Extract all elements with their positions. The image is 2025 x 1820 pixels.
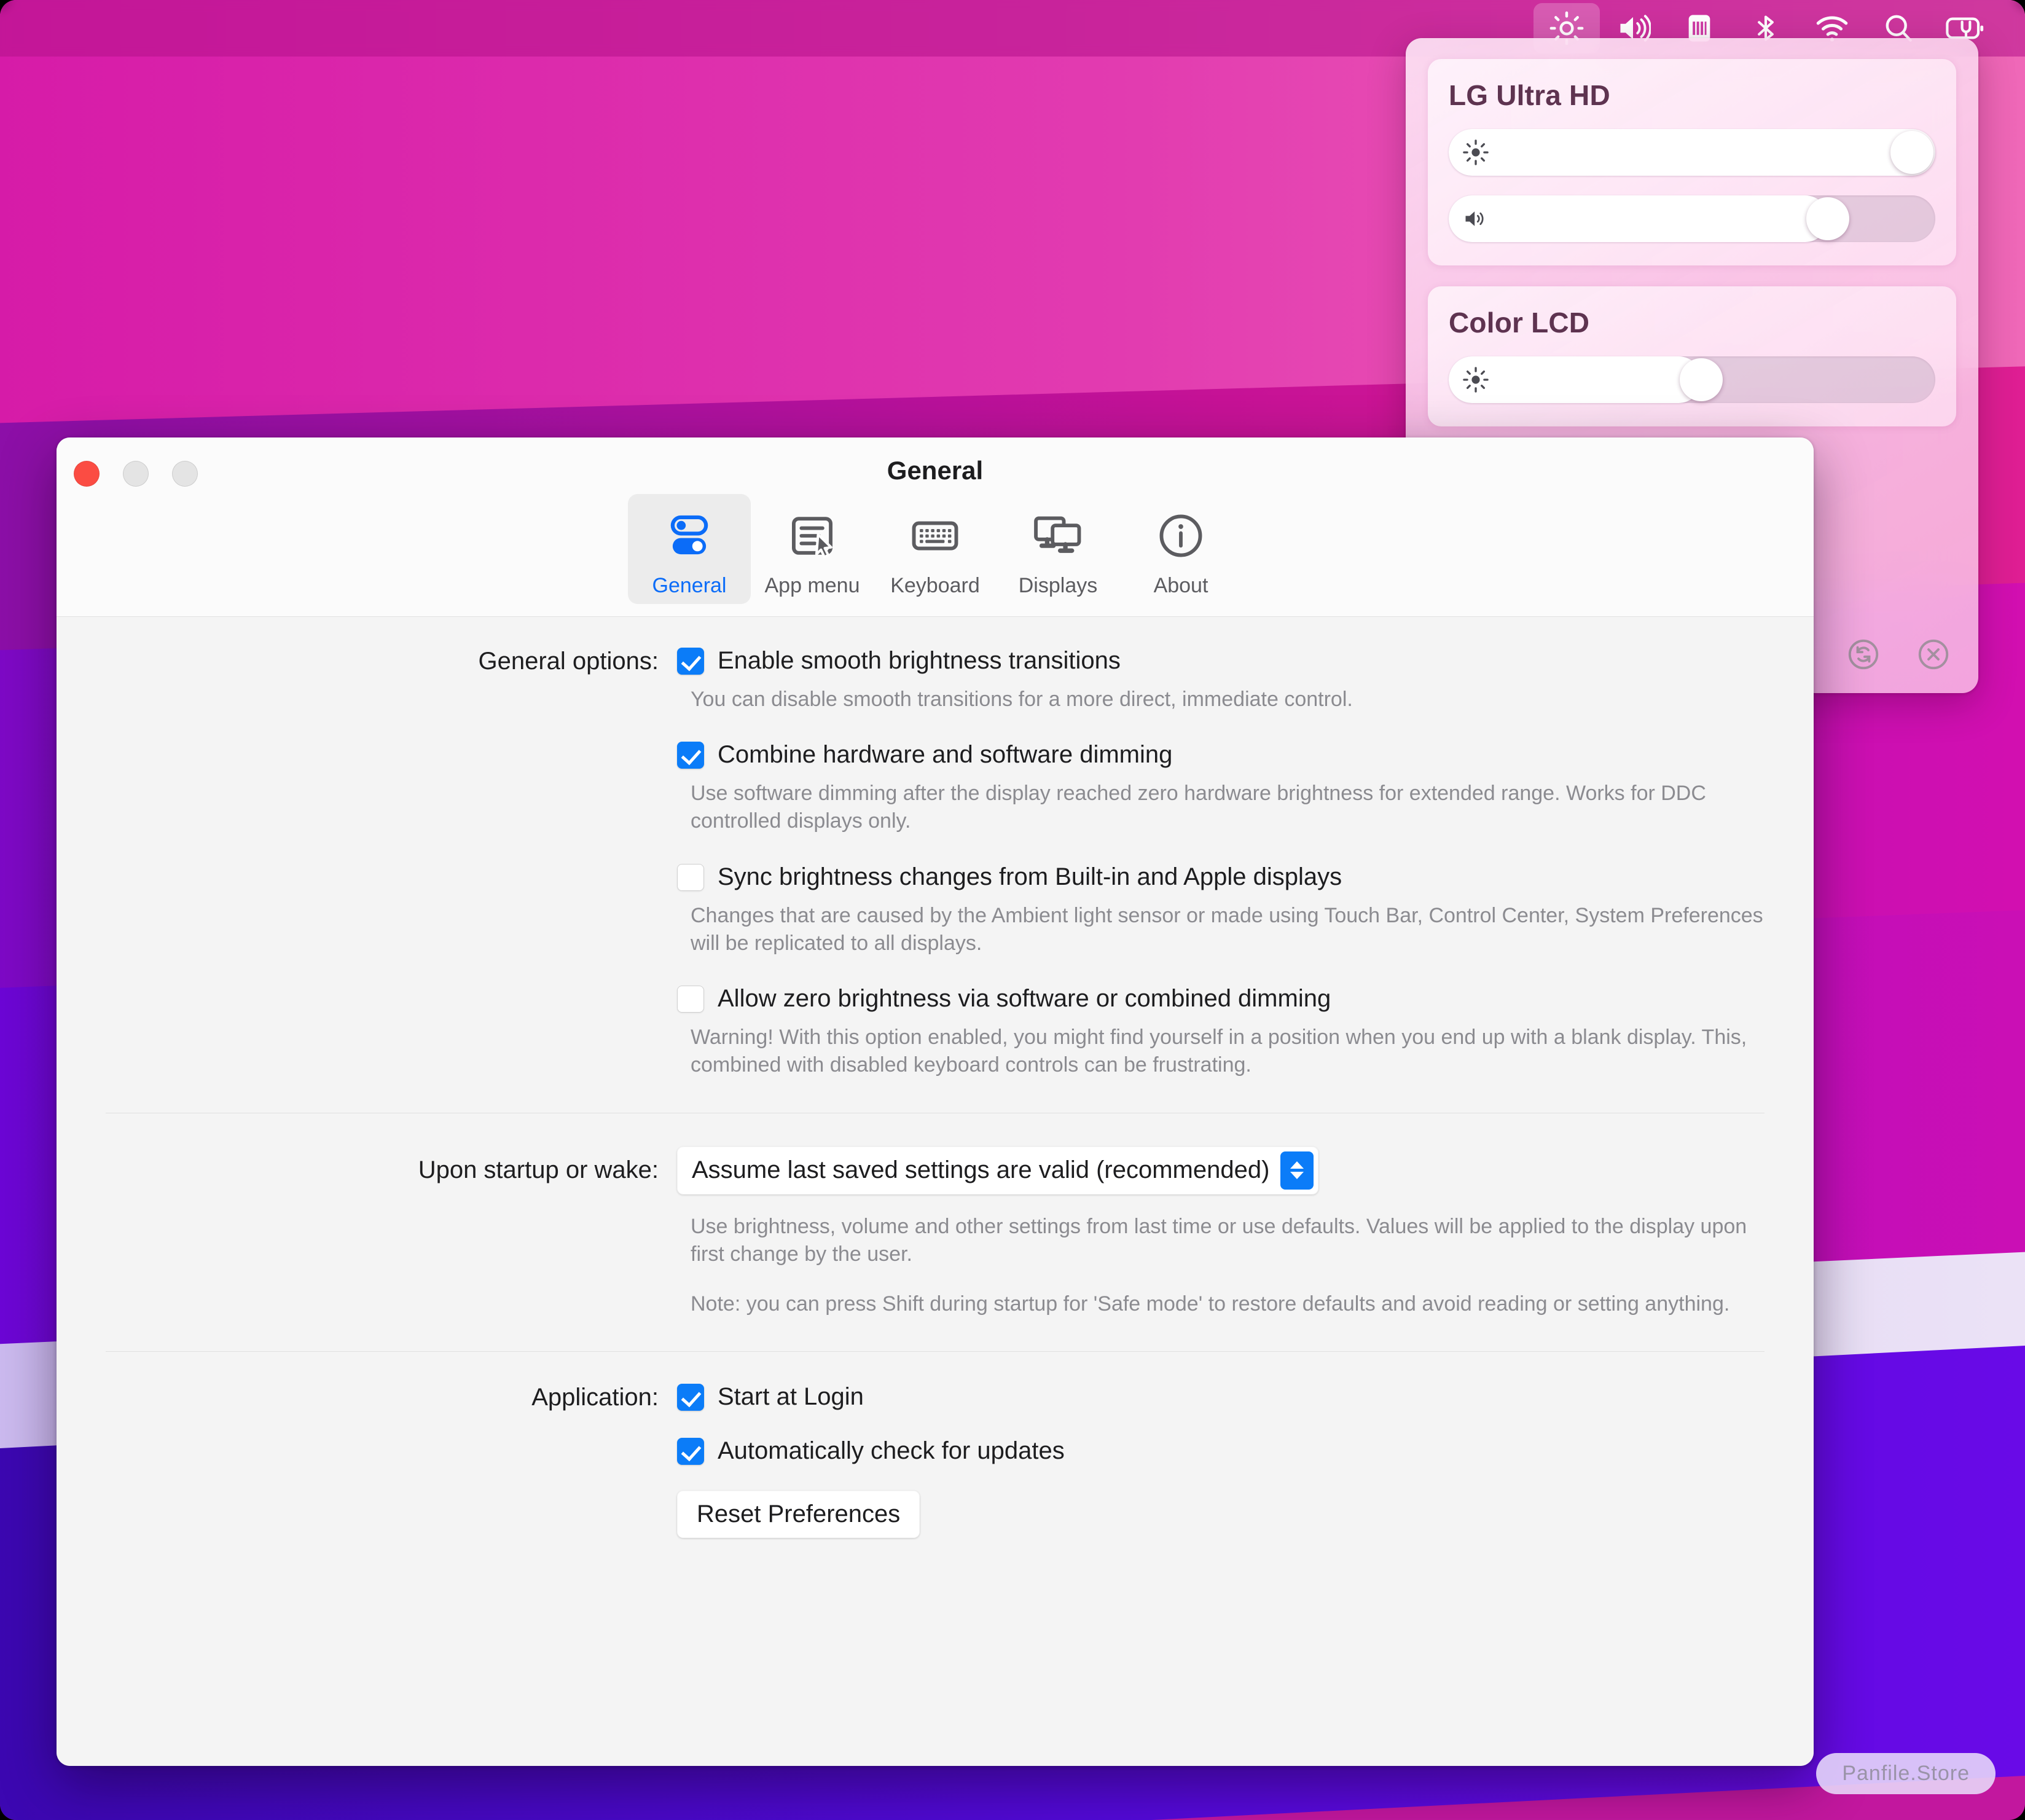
checkbox-auto-check-updates[interactable] xyxy=(677,1438,704,1465)
tab-label: Keyboard xyxy=(890,574,980,597)
option-label: Enable smooth brightness transitions xyxy=(718,647,1121,674)
brightness-slider-lg[interactable] xyxy=(1449,129,1935,176)
tab-general[interactable]: General xyxy=(628,494,751,604)
sun-icon xyxy=(1463,367,1489,393)
info-icon xyxy=(1154,504,1208,568)
general-options-label: General options: xyxy=(478,648,659,675)
checkbox-enable-smooth-transitions[interactable] xyxy=(677,648,704,675)
toggles-icon xyxy=(662,504,716,568)
tab-about[interactable]: About xyxy=(1119,494,1242,604)
checkbox-start-at-login[interactable] xyxy=(677,1384,704,1411)
page-title: General xyxy=(887,456,984,485)
option-row[interactable]: Allow zero brightness via software or co… xyxy=(677,984,1765,1013)
option-row[interactable]: Combine hardware and software dimming xyxy=(677,740,1765,769)
speaker-icon xyxy=(1465,211,1484,226)
window-content: General options: Enable smooth brightnes… xyxy=(57,617,1814,1766)
menu-cursor-icon xyxy=(785,504,839,568)
section-application: Application: Start at Login Automaticall… xyxy=(57,1352,1814,1539)
option-label: Sync brightness changes from Built-in an… xyxy=(718,863,1342,890)
tab-keyboard[interactable]: Keyboard xyxy=(874,494,997,604)
chevron-updown-icon xyxy=(1280,1151,1314,1190)
brightness-slider-color-lcd[interactable] xyxy=(1449,356,1935,403)
option-label: Allow zero brightness via software or co… xyxy=(718,985,1331,1013)
startup-description-2: Note: you can press Shift during startup… xyxy=(691,1292,1730,1316)
keyboard-icon xyxy=(908,504,962,568)
option-label: Start at Login xyxy=(718,1383,864,1411)
option-label: Automatically check for updates xyxy=(718,1437,1065,1465)
section-startup: Upon startup or wake: Assume last saved … xyxy=(57,1113,1814,1319)
desktop: LG Ultra HD Color LCD General General Ap… xyxy=(0,0,2025,1820)
window-titlebar: General General App menu Keyboard Displa… xyxy=(57,437,1814,617)
startup-description-1: Use brightness, volume and other setting… xyxy=(691,1214,1747,1266)
reset-preferences-button[interactable]: Reset Preferences xyxy=(677,1491,920,1539)
watermark: Panfile.Store xyxy=(1816,1753,1996,1794)
tab-label: Displays xyxy=(1018,574,1098,597)
restart-refresh-icon[interactable] xyxy=(1846,637,1881,672)
volume-slider-lg[interactable] xyxy=(1449,195,1935,242)
tab-app-menu[interactable]: App menu xyxy=(751,494,874,604)
startup-label: Upon startup or wake: xyxy=(418,1156,659,1183)
tab-label: About xyxy=(1153,574,1208,597)
application-label: Application: xyxy=(531,1384,659,1411)
option-row[interactable]: Start at Login xyxy=(677,1383,1765,1411)
display-name: Color LCD xyxy=(1449,307,1590,339)
startup-selected-option: Assume last saved settings are valid (re… xyxy=(692,1156,1270,1184)
display-card-lg-ultra-hd: LG Ultra HD xyxy=(1428,59,1956,265)
displays-icon xyxy=(1031,504,1085,568)
checkbox-sync-brightness[interactable] xyxy=(677,863,704,891)
preferences-window: General General App menu Keyboard Displa… xyxy=(57,437,1814,1766)
sun-icon xyxy=(1463,139,1489,165)
tab-label: App menu xyxy=(764,574,860,597)
checkbox-combine-dimming[interactable] xyxy=(677,742,704,769)
option-label: Combine hardware and software dimming xyxy=(718,741,1173,769)
option-description: Changes that are caused by the Ambient l… xyxy=(691,903,1763,955)
display-card-color-lcd: Color LCD xyxy=(1428,286,1956,426)
option-description: You can disable smooth transitions for a… xyxy=(691,688,1353,711)
display-name: LG Ultra HD xyxy=(1449,79,1610,111)
option-row[interactable]: Sync brightness changes from Built-in an… xyxy=(677,863,1765,891)
toolbar-tabs: General App menu Keyboard Displays About xyxy=(57,494,1814,604)
option-description: Warning! With this option enabled, you m… xyxy=(691,1026,1747,1077)
tab-displays[interactable]: Displays xyxy=(997,494,1119,604)
startup-select[interactable]: Assume last saved settings are valid (re… xyxy=(677,1146,1319,1194)
option-row[interactable]: Automatically check for updates xyxy=(677,1437,1765,1465)
option-row[interactable]: Enable smooth brightness transitions xyxy=(677,646,1765,675)
tab-label: General xyxy=(652,574,727,597)
checkbox-allow-zero-brightness[interactable] xyxy=(677,986,704,1013)
section-general-options: General options: Enable smooth brightnes… xyxy=(57,617,1814,1080)
close-circle-icon[interactable] xyxy=(1916,637,1951,672)
option-description: Use software dimming after the display r… xyxy=(691,782,1706,833)
